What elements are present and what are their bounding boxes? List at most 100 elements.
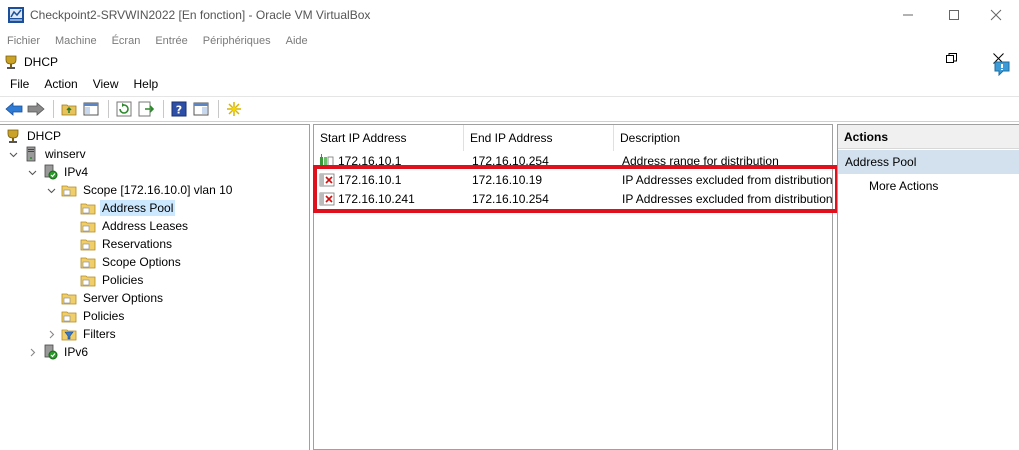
dhcp-trophy-icon xyxy=(5,55,17,69)
help-button[interactable]: ? xyxy=(169,99,189,119)
new-item-button[interactable] xyxy=(224,99,244,119)
folder-icon xyxy=(80,218,96,234)
tree-node-filters[interactable]: Filters xyxy=(45,325,118,343)
start-ip-cell: 172.16.10.241 xyxy=(319,191,415,207)
filter-icon xyxy=(61,326,77,342)
chevron-right-icon[interactable] xyxy=(26,346,38,358)
menu-file[interactable]: File xyxy=(10,73,29,95)
action-pane-icon xyxy=(193,102,209,116)
column-header-end-ip[interactable]: End IP Address xyxy=(464,125,614,151)
description: IP Addresses excluded from distribution xyxy=(622,173,833,187)
column-header-start-ip[interactable]: Start IP Address xyxy=(314,125,464,151)
folder-icon xyxy=(80,272,96,288)
tree-node-label: Server Options xyxy=(83,291,164,305)
description: Address range for distribution xyxy=(622,154,779,168)
toolbar-separator xyxy=(163,100,164,118)
actions-header: Actions xyxy=(838,125,1019,149)
folder-icon xyxy=(80,254,96,270)
minimize-button[interactable] xyxy=(885,4,931,26)
tree-node-label: Address Pool xyxy=(100,200,176,216)
vbox-menu-fichier[interactable]: Fichier xyxy=(7,31,40,51)
description: IP Addresses excluded from distribution xyxy=(622,192,833,206)
console-tree: DHCP winserv IPv4 Scope [172.16.10.0] vlan … xyxy=(0,124,310,450)
back-button[interactable] xyxy=(4,99,24,119)
actions-pane: Actions Address Pool More Actions xyxy=(837,124,1019,450)
export-list-button[interactable] xyxy=(136,99,156,119)
help-icon: ? xyxy=(171,101,187,117)
refresh-button[interactable] xyxy=(114,99,134,119)
tree-node-label: IPv6 xyxy=(64,345,89,359)
maximize-button[interactable] xyxy=(931,4,977,26)
toolbar: ? xyxy=(0,96,1019,122)
list-row[interactable]: 172.16.10.1 172.16.10.19 IP Addresses ex… xyxy=(314,171,833,189)
actions-section-address-pool[interactable]: Address Pool xyxy=(838,150,1019,174)
vbox-menu-ecran[interactable]: Écran xyxy=(112,31,141,51)
tree-node-server-options[interactable]: Server Options xyxy=(45,289,165,307)
tree-node-label: Reservations xyxy=(102,237,173,251)
back-arrow-icon xyxy=(5,102,23,116)
end-ip: 172.16.10.254 xyxy=(472,154,549,168)
dhcp-icon xyxy=(5,128,21,144)
menu-action[interactable]: Action xyxy=(44,73,77,95)
new-star-icon xyxy=(227,102,241,116)
up-folder-button[interactable] xyxy=(59,99,79,119)
ipv6-icon xyxy=(42,344,58,360)
tree-node-ipv6[interactable]: IPv6 xyxy=(26,343,90,361)
tree-node-address-leases[interactable]: Address Leases xyxy=(64,217,190,235)
tree-node-winserv[interactable]: winserv xyxy=(7,145,88,163)
folder-icon xyxy=(80,200,96,216)
vbox-menu-peripheriques[interactable]: Périphériques xyxy=(203,31,271,51)
forward-button[interactable] xyxy=(26,99,46,119)
list-row[interactable]: 172.16.10.241 172.16.10.254 IP Addresses… xyxy=(314,190,833,208)
tree-node-label: Scope Options xyxy=(102,255,181,269)
tree-node-policies[interactable]: Policies xyxy=(64,271,145,289)
tree-node-address-pool[interactable]: Address Pool xyxy=(64,199,176,217)
close-button[interactable] xyxy=(973,4,1019,26)
address-pool-list: Start IP Address End IP Address Descript… xyxy=(313,124,833,450)
tree-node-dhcp[interactable]: DHCP xyxy=(5,127,63,145)
svg-text:?: ? xyxy=(176,104,182,117)
vbox-menu-entree[interactable]: Entrée xyxy=(155,31,187,51)
restore-icon xyxy=(946,53,957,63)
tree-node-label: Filters xyxy=(83,327,116,341)
show-hide-tree-button[interactable] xyxy=(81,99,101,119)
vbox-titlebar: Checkpoint2-SRVWIN2022 [En fonction] - O… xyxy=(0,0,1019,31)
refresh-icon xyxy=(116,101,132,117)
vbox-menu-machine[interactable]: Machine xyxy=(55,31,97,51)
tree-node-label: IPv4 xyxy=(64,165,89,179)
end-ip: 172.16.10.19 xyxy=(472,173,543,187)
dhcp-window-title: DHCP xyxy=(24,55,59,69)
more-actions-link[interactable]: More Actions xyxy=(869,177,938,195)
tree-node-reservations[interactable]: Reservations xyxy=(64,235,174,253)
dhcp-restore-button[interactable] xyxy=(946,52,957,67)
tree-node-scope-172-16-10-0-vlan-10[interactable]: Scope [172.16.10.0] vlan 10 xyxy=(45,181,234,199)
chevron-down-icon[interactable] xyxy=(45,184,57,196)
tree-node-policies[interactable]: Policies xyxy=(45,307,126,325)
tree-node-scope-options[interactable]: Scope Options xyxy=(64,253,183,271)
virtualbox-icon xyxy=(8,7,24,23)
show-hide-action-pane-button[interactable] xyxy=(191,99,211,119)
minimize-icon xyxy=(903,14,913,16)
folder-icon xyxy=(80,236,96,252)
folder-icon xyxy=(61,182,77,198)
end-ip: 172.16.10.254 xyxy=(472,192,549,206)
menu-view[interactable]: View xyxy=(93,73,119,95)
list-row[interactable]: 172.16.10.1 172.16.10.254 Address range … xyxy=(314,152,832,170)
tree-node-ipv4[interactable]: IPv4 xyxy=(26,163,90,181)
menu-help[interactable]: Help xyxy=(134,73,159,95)
dhcp-titlebar: DHCP xyxy=(0,51,1019,73)
chevron-down-icon[interactable] xyxy=(26,166,38,178)
chevron-down-icon[interactable] xyxy=(7,148,19,160)
chevron-right-icon[interactable] xyxy=(45,328,57,340)
tree-node-label: winserv xyxy=(45,147,86,161)
column-header-description[interactable]: Description xyxy=(614,125,832,151)
tree-node-label: Scope [172.16.10.0] vlan 10 xyxy=(83,183,233,197)
folder-icon xyxy=(61,308,77,324)
vbox-menu-aide[interactable]: Aide xyxy=(286,31,308,51)
